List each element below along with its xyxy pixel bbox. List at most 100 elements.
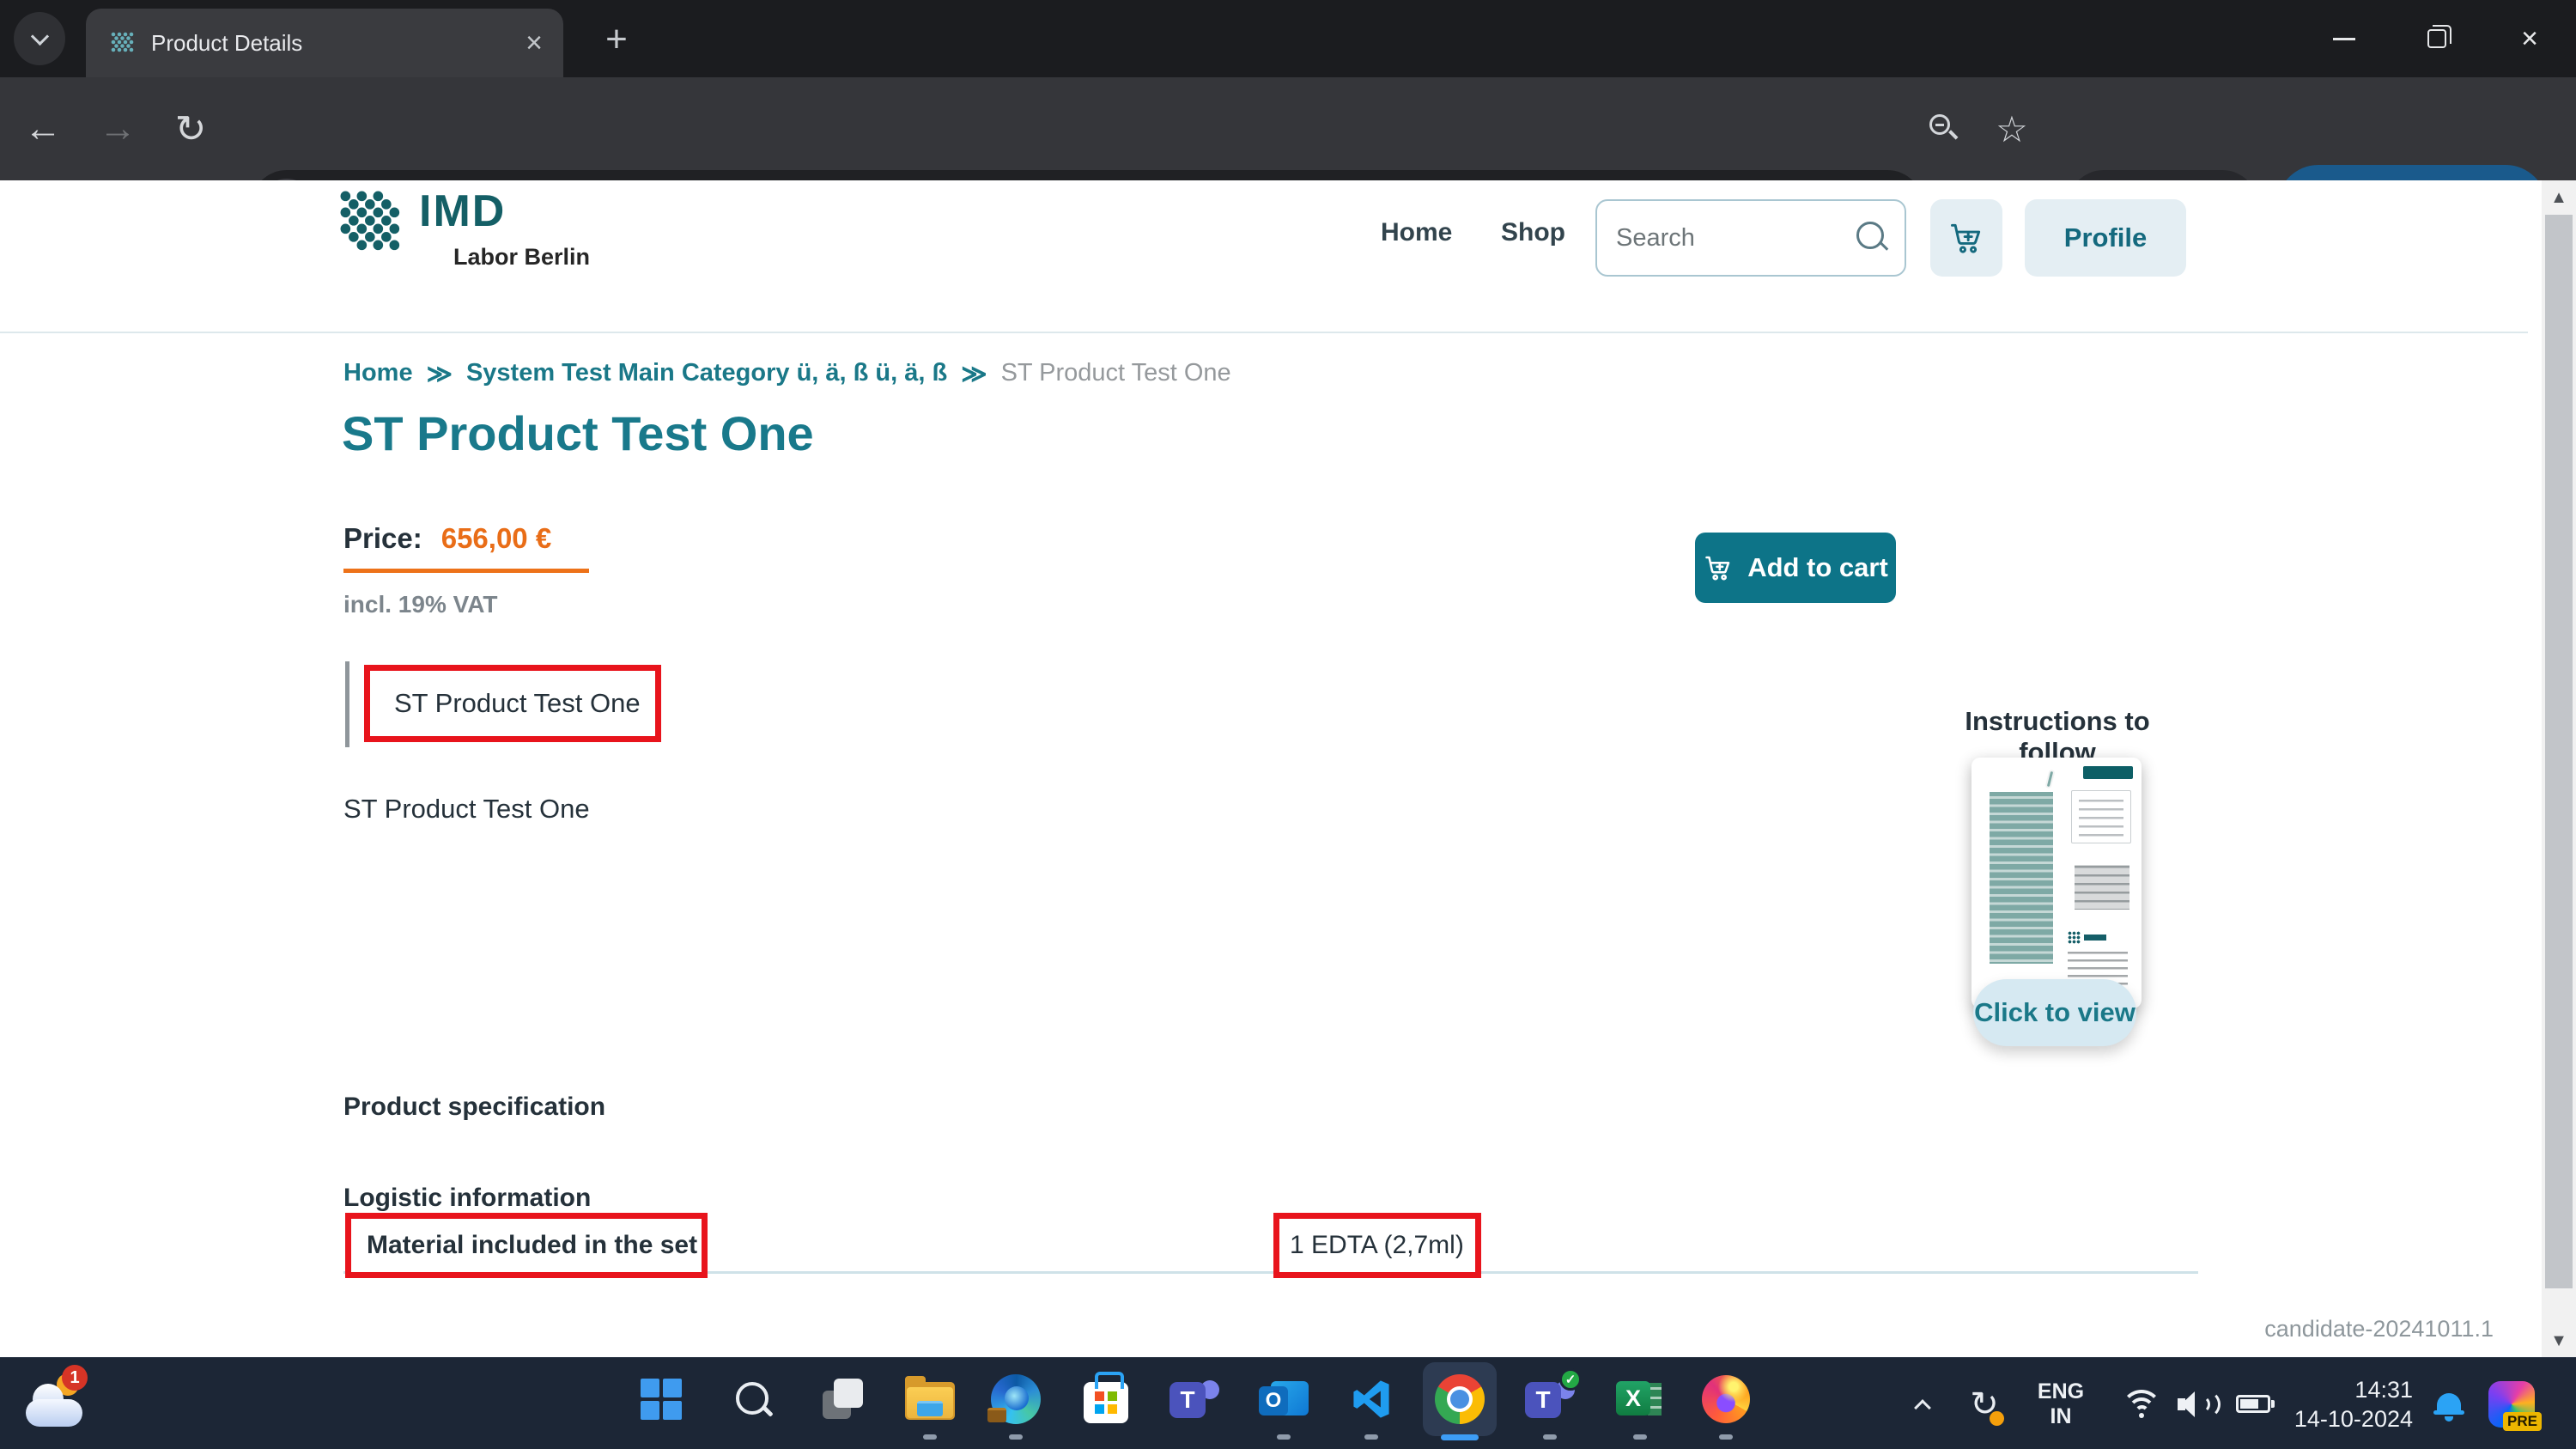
language-line1: ENG bbox=[2038, 1379, 2084, 1404]
forward-button[interactable]: → bbox=[87, 77, 149, 180]
breadcrumb-home-link[interactable]: Home bbox=[343, 359, 413, 389]
breadcrumb-current: ST Product Test One bbox=[1001, 359, 1231, 389]
running-indicator bbox=[1543, 1434, 1557, 1440]
search-input[interactable] bbox=[1597, 223, 1856, 253]
taskbar-teams-button[interactable]: T bbox=[1162, 1367, 1227, 1432]
chevron-down-icon bbox=[30, 27, 48, 45]
taskbar-excel-button[interactable]: X bbox=[1607, 1367, 1673, 1432]
tray-date: 14-10-2024 bbox=[2294, 1404, 2413, 1434]
scrollbar-down-arrow[interactable]: ▼ bbox=[2542, 1324, 2576, 1357]
spec-label-text: Material included in the set bbox=[367, 1231, 697, 1260]
price-value: 656,00 € bbox=[441, 522, 551, 555]
taskbar-firefox-button[interactable] bbox=[1693, 1367, 1759, 1432]
taskbar-vscode-button[interactable] bbox=[1339, 1367, 1404, 1432]
tab-search-button[interactable] bbox=[14, 12, 65, 65]
taskbar-weather-widget[interactable]: 1 bbox=[21, 1365, 103, 1440]
breadcrumb: Home ≫ System Test Main Category ü, ä, ß… bbox=[343, 359, 1231, 389]
document-teal-panel bbox=[1982, 780, 2061, 976]
tray-copilot-button[interactable]: PRE bbox=[2482, 1358, 2542, 1449]
back-button[interactable]: ← bbox=[12, 77, 74, 180]
restore-icon bbox=[2427, 29, 2446, 48]
tray-show-hidden-icons-button[interactable] bbox=[1899, 1358, 1946, 1449]
imd-logo-dots-icon bbox=[340, 191, 405, 256]
cart-plus-icon bbox=[1703, 552, 1734, 583]
nav-shop-link[interactable]: Shop bbox=[1501, 218, 1565, 247]
tray-sync-icon[interactable]: ↻ bbox=[1954, 1358, 2014, 1449]
restore-button[interactable] bbox=[2391, 0, 2483, 77]
running-indicator bbox=[923, 1434, 937, 1440]
tray-battery-button[interactable] bbox=[2226, 1358, 2281, 1449]
language-line2: IN bbox=[2050, 1404, 2072, 1429]
taskbar-file-explorer-button[interactable] bbox=[897, 1367, 963, 1432]
new-tab-button[interactable]: + bbox=[592, 17, 641, 65]
tray-notifications-button[interactable] bbox=[2425, 1358, 2473, 1449]
taskbar-taskview-button[interactable] bbox=[811, 1367, 876, 1432]
excel-icon: X bbox=[1616, 1376, 1664, 1422]
tray-language-indicator[interactable]: ENG IN bbox=[2025, 1358, 2097, 1449]
sync-alert-dot bbox=[1990, 1411, 2004, 1426]
chevron-up-icon bbox=[1914, 1399, 1931, 1416]
browser-tab-strip: Product Details × + × bbox=[0, 0, 2576, 77]
tray-volume-button[interactable] bbox=[2171, 1358, 2224, 1449]
minimize-button[interactable] bbox=[2298, 0, 2391, 77]
tray-wifi-button[interactable] bbox=[2116, 1358, 2167, 1449]
tab-close-icon[interactable]: × bbox=[526, 28, 543, 58]
instruction-document-thumbnail[interactable] bbox=[1971, 758, 2142, 1008]
taskbar-start-button[interactable] bbox=[629, 1367, 694, 1432]
document-mini-logo bbox=[2068, 931, 2081, 944]
product-specification-heading: Product specification bbox=[343, 1093, 605, 1122]
copilot-icon: PRE bbox=[2488, 1381, 2535, 1428]
taskbar-teams-classic-button[interactable]: T✓ bbox=[1517, 1367, 1583, 1432]
cloud-icon bbox=[26, 1399, 82, 1427]
document-header-badge bbox=[2083, 766, 2133, 779]
document-gray-box bbox=[2068, 857, 2136, 917]
status-available-badge: ✓ bbox=[1559, 1368, 1582, 1391]
running-indicator bbox=[1633, 1434, 1647, 1440]
active-app-indicator bbox=[1441, 1434, 1479, 1440]
annotation-box-product-name: ST Product Test One bbox=[364, 665, 661, 742]
taskbar-edge-button[interactable] bbox=[983, 1367, 1048, 1432]
scrollbar-up-arrow[interactable]: ▲ bbox=[2542, 180, 2576, 213]
cart-button[interactable] bbox=[1930, 199, 2002, 277]
taskbar-store-button[interactable] bbox=[1073, 1367, 1139, 1432]
breadcrumb-separator: ≫ bbox=[427, 359, 453, 389]
price-underline bbox=[343, 569, 589, 573]
tab-title: Product Details bbox=[151, 30, 526, 57]
notification-bell-icon bbox=[2437, 1393, 2461, 1415]
nav-home-link[interactable]: Home bbox=[1381, 218, 1452, 247]
screenshot-root: Product Details × + × ← → ↻ imd-webshop-… bbox=[0, 0, 2576, 1449]
click-to-view-button[interactable]: Click to view bbox=[1973, 979, 2136, 1046]
close-button[interactable]: × bbox=[2483, 0, 2576, 77]
scrollbar-thumb[interactable] bbox=[2545, 215, 2573, 1288]
browser-toolbar: ← → ↻ imd-webshop-frontend-tst-cand.clou… bbox=[0, 77, 2576, 180]
add-to-cart-button[interactable]: Add to cart bbox=[1695, 533, 1896, 603]
microsoft-store-icon bbox=[1084, 1382, 1128, 1423]
running-indicator bbox=[1009, 1434, 1023, 1440]
profile-button[interactable]: Profile bbox=[2025, 199, 2186, 277]
windows-start-icon bbox=[641, 1379, 682, 1420]
outlook-icon: O bbox=[1259, 1376, 1309, 1422]
chrome-icon bbox=[1435, 1374, 1485, 1424]
product-name-text: ST Product Test One bbox=[394, 688, 641, 719]
reload-button[interactable]: ↻ bbox=[160, 77, 222, 180]
firefox-icon bbox=[1702, 1375, 1750, 1423]
taskbar-chrome-button[interactable] bbox=[1427, 1367, 1492, 1432]
browser-tab[interactable]: Product Details × bbox=[86, 9, 563, 77]
zoom-indicator-button[interactable] bbox=[1913, 77, 1975, 180]
running-indicator bbox=[1364, 1434, 1378, 1440]
taskbar-search-button[interactable] bbox=[720, 1367, 786, 1432]
imd-logo-text: IMD bbox=[419, 186, 506, 237]
price-label: Price: bbox=[343, 522, 422, 555]
bookmark-star-button[interactable]: ☆ bbox=[1984, 77, 2040, 180]
window-controls: × bbox=[2298, 0, 2576, 77]
work-briefcase-icon bbox=[987, 1408, 1006, 1422]
minimize-icon bbox=[2333, 38, 2355, 40]
taskbar-outlook-button[interactable]: O bbox=[1251, 1367, 1316, 1432]
search-box[interactable] bbox=[1595, 199, 1906, 277]
tray-clock[interactable]: 14:31 14-10-2024 bbox=[2275, 1358, 2413, 1449]
spec-value-text: 1 EDTA (2,7ml) bbox=[1290, 1231, 1464, 1260]
webpage-viewport: IMD Labor Berlin Home Shop Profile Home … bbox=[0, 180, 2576, 1357]
description-quote-bar bbox=[345, 661, 349, 747]
breadcrumb-category-link[interactable]: System Test Main Category ü, ä, ß ü, ä, … bbox=[466, 359, 947, 389]
site-favicon-icon bbox=[110, 31, 134, 55]
